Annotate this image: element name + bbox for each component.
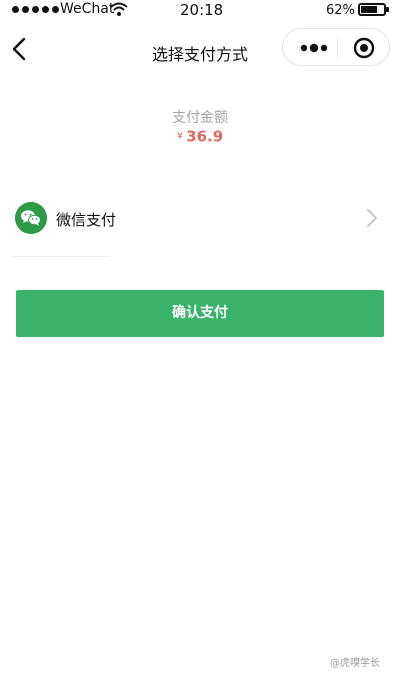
amount-value: 36.9	[186, 127, 224, 146]
payment-method-wechat[interactable]: 微信支付	[0, 194, 400, 242]
wifi-icon	[110, 2, 128, 16]
watermark: @虎嗅学长	[330, 658, 380, 669]
amount-label: 支付金额	[172, 110, 228, 126]
battery-icon	[358, 3, 389, 16]
signal-strength-icon	[12, 6, 59, 13]
capsule-divider	[337, 39, 338, 57]
status-bar: WeChat 20:18 62%	[0, 0, 400, 22]
battery-percent: 62%	[326, 3, 355, 18]
payment-page: WeChat 20:18 62% 选择支付方式 支付金额 ¥ 36.9 微信支付…	[0, 0, 400, 675]
amount-display: ¥36.9	[0, 126, 400, 146]
nav-bar: 选择支付方式	[0, 22, 400, 78]
payment-method-label: 微信支付	[56, 211, 117, 229]
clock: 20:18	[180, 1, 224, 19]
confirm-payment-button[interactable]: 确认支付	[16, 290, 384, 337]
mini-program-capsule	[282, 28, 390, 66]
divider	[12, 256, 110, 257]
carrier-name: WeChat	[60, 1, 115, 17]
chevron-right-icon	[367, 209, 377, 227]
wechat-icon	[15, 202, 47, 234]
currency-symbol: ¥	[176, 131, 184, 142]
close-mini-program-icon[interactable]	[353, 37, 375, 59]
more-dots-icon[interactable]	[299, 41, 329, 55]
